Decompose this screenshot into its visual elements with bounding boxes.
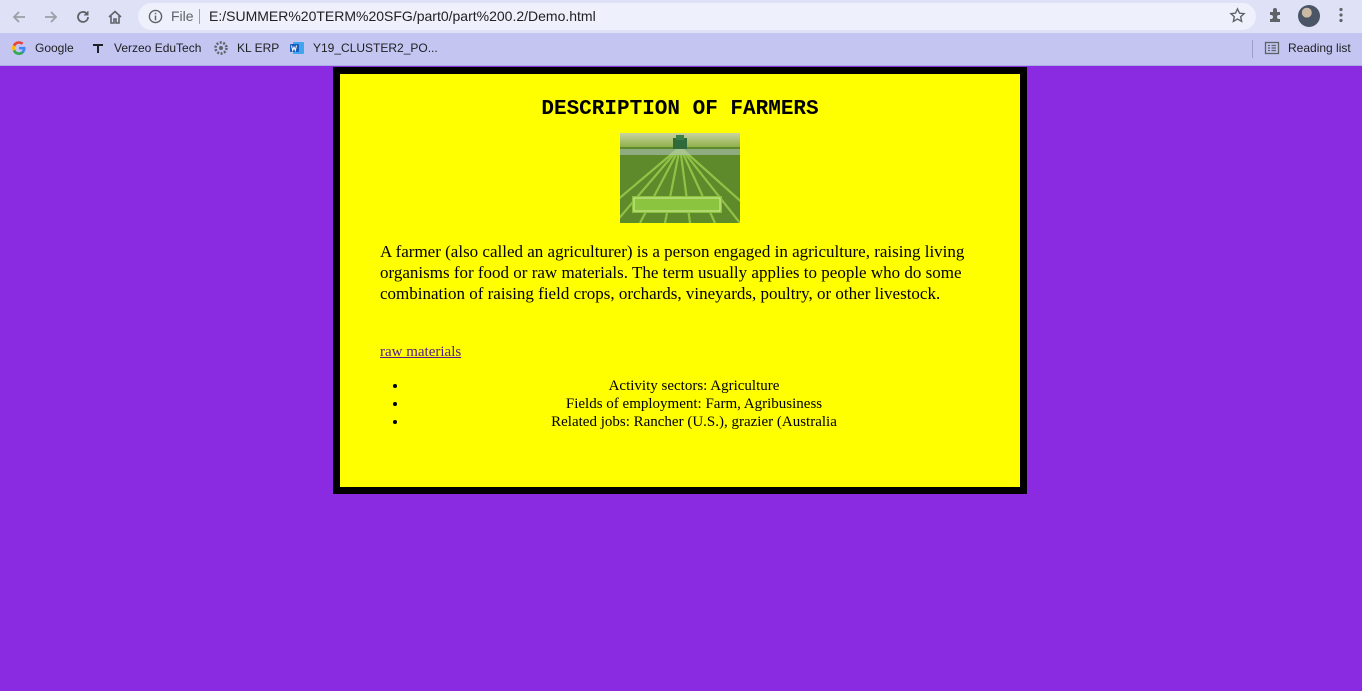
info-icon[interactable]	[148, 9, 163, 29]
reading-list-button[interactable]: Reading list	[1264, 33, 1351, 62]
browser-toolbar: File E:/SUMMER%20TERM%20SFG/part0/part%2…	[0, 0, 1362, 33]
bookmark-y19-cluster[interactable]: Y19_CLUSTER2_PO...	[289, 33, 438, 62]
reload-icon	[77, 11, 89, 23]
bookmark-label: Y19_CLUSTER2_PO...	[313, 40, 438, 55]
bookmark-label: Verzeo EduTech	[114, 40, 202, 55]
scheme-label: File	[171, 8, 194, 24]
reading-list-icon	[1264, 40, 1280, 56]
bookmark-star-icon[interactable]	[1229, 7, 1246, 29]
bookmark-verzeo[interactable]: Verzeo EduTech	[90, 33, 201, 62]
bookmarks-bar: Google Verzeo EduTech KL ERP Y19_CLUSTER…	[0, 33, 1362, 66]
home-icon	[108, 10, 122, 24]
list-item: Related jobs: Rancher (U.S.), grazier (A…	[408, 413, 980, 431]
forward-arrow-icon	[45, 11, 58, 23]
raw-materials-link[interactable]: raw materials	[380, 344, 461, 361]
page-title: DESCRIPTION OF FARMERS	[541, 98, 819, 121]
bookmark-google[interactable]: Google	[11, 33, 74, 62]
verzeo-icon	[90, 40, 106, 56]
bookmark-label: KL ERP	[237, 40, 280, 55]
back-button[interactable]	[7, 5, 31, 29]
facts-list: Activity sectors: Agriculture Fields of …	[380, 377, 980, 431]
bookmark-label: Google	[35, 40, 74, 55]
url-text[interactable]: E:/SUMMER%20TERM%20SFG/part0/part%200.2/…	[209, 8, 596, 24]
profile-avatar[interactable]	[1298, 5, 1320, 27]
reload-button[interactable]	[71, 5, 95, 29]
omnibox-divider	[199, 9, 200, 24]
bookmark-kl-erp[interactable]: KL ERP	[213, 33, 279, 62]
farm-laws-image	[620, 133, 740, 223]
bookmarks-divider	[1252, 40, 1253, 58]
home-button[interactable]	[103, 5, 127, 29]
google-icon	[11, 40, 27, 56]
extensions-puzzle-icon[interactable]	[1266, 5, 1286, 30]
description-paragraph: A farmer (also called an agriculturer) i…	[380, 242, 965, 303]
forward-button[interactable]	[39, 5, 63, 29]
reading-list-label: Reading list	[1288, 40, 1351, 55]
back-arrow-icon	[12, 11, 25, 23]
kebab-menu-icon[interactable]	[1331, 5, 1351, 30]
word-icon	[289, 40, 305, 56]
list-item: Activity sectors: Agriculture	[408, 377, 980, 395]
address-bar[interactable]: File E:/SUMMER%20TERM%20SFG/part0/part%2…	[138, 3, 1256, 30]
list-item: Fields of employment: Farm, Agribusiness	[408, 395, 980, 413]
gear-icon	[213, 40, 229, 56]
content-card: DESCRIPTION OF FARMERS A farmer (also ca…	[333, 67, 1027, 494]
